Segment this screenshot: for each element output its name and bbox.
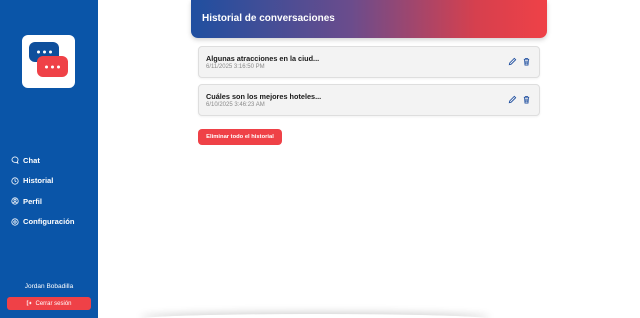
sidebar-nav: Chat Historial Perfil Configuración <box>11 154 74 236</box>
conversation-title: Cuáles son los mejores hoteles... <box>206 92 322 101</box>
conversation-actions <box>508 95 531 104</box>
sidebar-item-label: Historial <box>23 176 54 185</box>
page-title: Historial de conversaciones <box>202 13 335 24</box>
pencil-icon[interactable] <box>508 57 517 66</box>
chat-icon <box>11 156 19 164</box>
sidebar-item-label: Configuración <box>23 217 75 226</box>
logout-icon <box>26 300 33 308</box>
gear-icon <box>11 217 19 226</box>
sidebar-item-configuracion[interactable]: Configuración <box>11 216 74 228</box>
bottom-panel-edge <box>140 314 490 318</box>
sidebar-item-historial[interactable]: Historial <box>11 175 74 187</box>
trash-icon[interactable] <box>522 95 531 104</box>
conversation-date: 6/11/2025 3:16:50 PM <box>206 64 265 70</box>
chat-bubble-red-icon <box>37 56 68 77</box>
app-logo[interactable] <box>22 35 75 88</box>
sidebar: Chat Historial Perfil Configuración Jord… <box>0 0 98 318</box>
conversation-list: Algunas atracciones en la ciud... 6/11/2… <box>198 46 540 122</box>
conversation-date: 6/10/2025 3:46:23 AM <box>206 102 265 108</box>
conversation-item[interactable]: Algunas atracciones en la ciud... 6/11/2… <box>198 46 540 78</box>
page-header: Historial de conversaciones <box>191 0 547 38</box>
trash-icon[interactable] <box>522 57 531 66</box>
user-name: Jordan Bobadilla <box>24 283 74 290</box>
conversation-title: Algunas atracciones en la ciud... <box>206 54 320 63</box>
delete-all-history-button[interactable]: Eliminar todo el historial <box>198 129 282 145</box>
sidebar-item-label: Perfil <box>23 196 42 206</box>
logout-button[interactable]: Cerrar sesión <box>7 297 91 310</box>
clock-icon <box>11 176 19 185</box>
conversation-actions <box>508 57 531 66</box>
logout-label: Cerrar sesión <box>35 300 72 307</box>
user-icon <box>11 197 19 205</box>
sidebar-item-label: Chat <box>23 155 40 165</box>
pencil-icon[interactable] <box>508 95 517 104</box>
sidebar-item-perfil[interactable]: Perfil <box>11 195 74 207</box>
conversation-item[interactable]: Cuáles son los mejores hoteles... 6/10/2… <box>198 84 540 116</box>
sidebar-item-chat[interactable]: Chat <box>11 154 74 166</box>
